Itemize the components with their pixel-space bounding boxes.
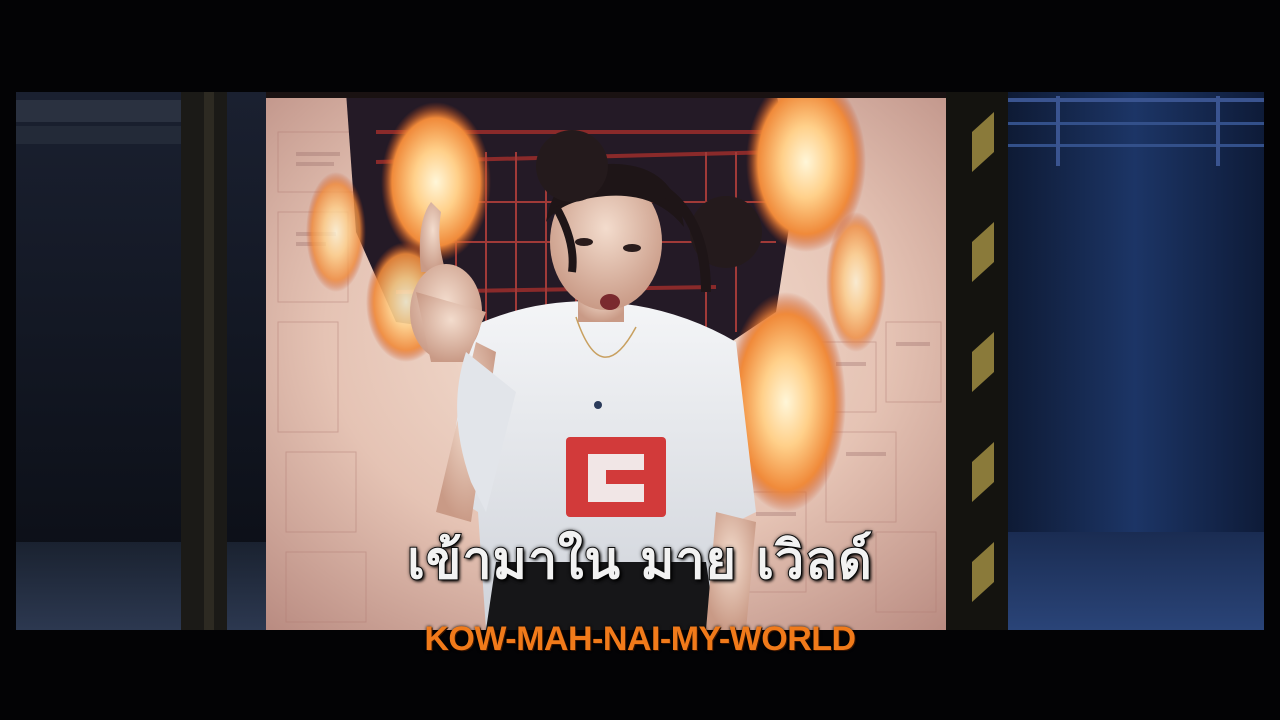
video-frame: เข้ามาใน มาย เวิลด์ KOW-MAH-NAI-MY-WORLD [0,0,1280,720]
subtitle-thai: เข้ามาใน มาย เวิลด์ [406,530,873,592]
subtitle-romanized: KOW-MAH-NAI-MY-WORLD [424,620,856,658]
